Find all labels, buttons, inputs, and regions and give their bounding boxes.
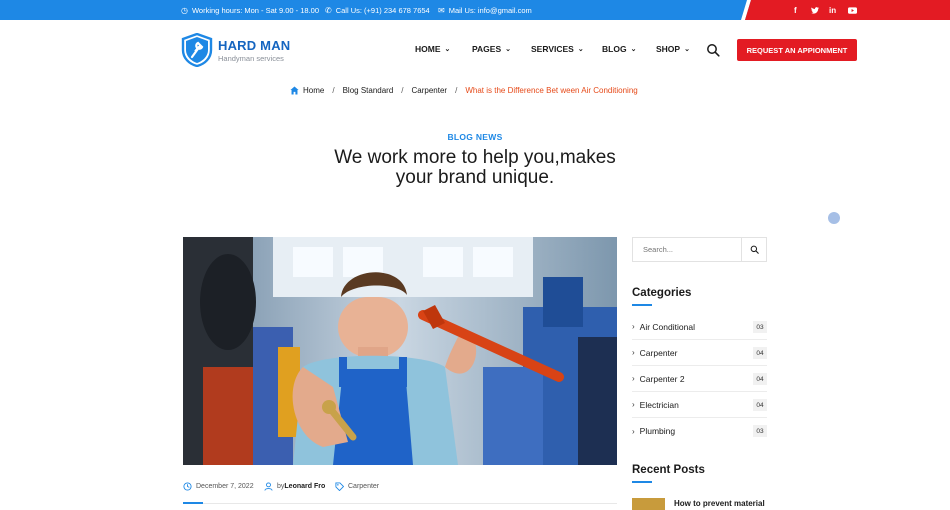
clock-icon: ◷ (181, 5, 188, 15)
linkedin-icon[interactable]: in (829, 0, 836, 20)
twitter-icon[interactable] (811, 0, 819, 20)
category-name: Carpenter 2 (639, 373, 685, 384)
call-us-text: Call Us: (+91) 234 678 7654 (335, 5, 430, 15)
sidebar-search-input[interactable] (633, 238, 742, 261)
brand-tagline: Handyman services (218, 54, 284, 63)
youtube-icon[interactable] (848, 0, 857, 20)
chevron-down-icon: ⌄ (577, 46, 584, 53)
category-name: Carpenter (639, 347, 678, 358)
category-count: 04 (753, 373, 767, 385)
breadcrumb-carpenter[interactable]: Carpenter (412, 86, 448, 95)
recent-post-title[interactable]: How to prevent material (674, 498, 765, 508)
working-hours-text: Working hours: Mon - Sat 9.00 - 18.00 (191, 5, 319, 15)
chevron-down-icon: ⌄ (444, 46, 451, 53)
nav-pages-label: PAGES (472, 44, 502, 54)
mail-icon: ✉ (438, 5, 445, 15)
category-count: 03 (753, 321, 767, 333)
request-appointment-button[interactable]: REQUEST AN APPIONMENT (737, 39, 857, 61)
post-author[interactable]: by Leonard Fro (264, 481, 325, 491)
search-icon (750, 245, 759, 254)
mail-us[interactable]: ✉ Mail Us: info@gmail.com (438, 0, 532, 20)
chevron-right-icon: › (632, 348, 635, 357)
post-author-name[interactable]: Leonard Fro (284, 483, 325, 490)
top-bar: ◷ Working hours: Mon - Sat 9.00 - 18.00 … (0, 0, 950, 20)
categories-list: › Air Conditional 03 › Carpenter 04 › Ca… (632, 314, 767, 444)
category-name: Plumbing (639, 426, 676, 436)
post-category-text[interactable]: Carpenter (348, 483, 379, 490)
chevron-down-icon: ⌄ (684, 46, 690, 53)
breadcrumb: Home / Blog Standard / Carpenter / What … (290, 84, 638, 96)
chevron-right-icon: › (632, 374, 635, 383)
post-date-text: December 7, 2022 (196, 482, 254, 490)
recent-posts-heading: Recent Posts (632, 464, 705, 476)
category-count: 04 (753, 399, 767, 411)
recent-post-item[interactable]: How to prevent material (632, 498, 765, 510)
page-title: We work more to help you,makes your bran… (0, 148, 950, 188)
user-icon (264, 481, 273, 491)
breadcrumb-current: What is the Difference Bet ween Air Cond… (465, 85, 638, 95)
category-count: 03 (753, 425, 767, 437)
breadcrumb-home[interactable]: Home (303, 86, 324, 95)
nav-pages[interactable]: PAGES ⌄ (472, 44, 511, 54)
brand-name[interactable]: HARD MAN (218, 38, 290, 53)
category-item[interactable]: › Plumbing 03 (632, 418, 767, 444)
post-author-prefix: by (277, 482, 285, 490)
category-item[interactable]: › Carpenter 04 (632, 340, 767, 366)
chevron-down-icon: ⌄ (505, 46, 512, 53)
meta-accent-line (183, 502, 203, 504)
chevron-right-icon: › (632, 400, 635, 409)
nav-home-label: HOME (415, 44, 441, 54)
nav-services-label: SERVICES (531, 44, 574, 54)
mail-us-text: Mail Us: info@gmail.com (448, 5, 532, 15)
clock-icon (183, 481, 192, 491)
post-date: December 7, 2022 (183, 481, 254, 491)
nav-shop[interactable]: SHOP ⌄ (656, 44, 690, 54)
category-name: Electrician (639, 399, 679, 410)
sidebar-search-button[interactable] (741, 238, 766, 261)
home-icon (290, 85, 299, 95)
header-search-icon[interactable] (706, 43, 720, 57)
working-hours: ◷ Working hours: Mon - Sat 9.00 - 18.00 (181, 0, 319, 20)
category-item[interactable]: › Air Conditional 03 (632, 314, 767, 340)
tag-icon (335, 481, 344, 491)
recent-posts-heading-underline (632, 481, 652, 483)
scroll-indicator-dot (828, 212, 840, 224)
breadcrumb-blog-standard[interactable]: Blog Standard (343, 86, 394, 95)
category-count: 04 (753, 347, 767, 359)
nav-blog-label: BLOG (602, 44, 627, 54)
post-featured-image[interactable] (183, 237, 617, 465)
chevron-right-icon: › (632, 322, 635, 331)
categories-heading-underline (632, 304, 652, 306)
chevron-right-icon: › (632, 426, 635, 436)
breadcrumb-separator: / (401, 85, 404, 95)
breadcrumb-separator: / (455, 85, 458, 95)
sidebar-search (632, 237, 767, 262)
category-name: Air Conditional (639, 321, 695, 332)
page-title-line-1: We work more to help you,makes (334, 147, 616, 168)
nav-blog[interactable]: BLOG ⌄ (602, 44, 636, 54)
category-item[interactable]: › Electrician 04 (632, 392, 767, 418)
recent-post-thumbnail[interactable] (632, 498, 665, 510)
nav-services[interactable]: SERVICES ⌄ (531, 44, 584, 54)
phone-icon: ✆ (325, 5, 332, 15)
page-title-line-2: your brand unique. (395, 167, 555, 188)
facebook-icon[interactable]: f (794, 0, 797, 20)
post-category[interactable]: Carpenter (335, 481, 379, 491)
call-us[interactable]: ✆ Call Us: (+91) 234 678 7654 (325, 0, 430, 20)
logo-shield-icon[interactable] (181, 33, 213, 67)
breadcrumb-separator: / (332, 85, 335, 95)
chevron-down-icon: ⌄ (630, 46, 637, 53)
category-item[interactable]: › Carpenter 2 04 (632, 366, 767, 392)
nav-home[interactable]: HOME ⌄ (415, 44, 450, 54)
section-kicker: BLOG NEWS (447, 132, 503, 142)
categories-heading: Categories (632, 287, 692, 299)
meta-divider (203, 503, 617, 504)
nav-shop-label: SHOP (656, 44, 681, 54)
handyman-photo (183, 237, 617, 465)
